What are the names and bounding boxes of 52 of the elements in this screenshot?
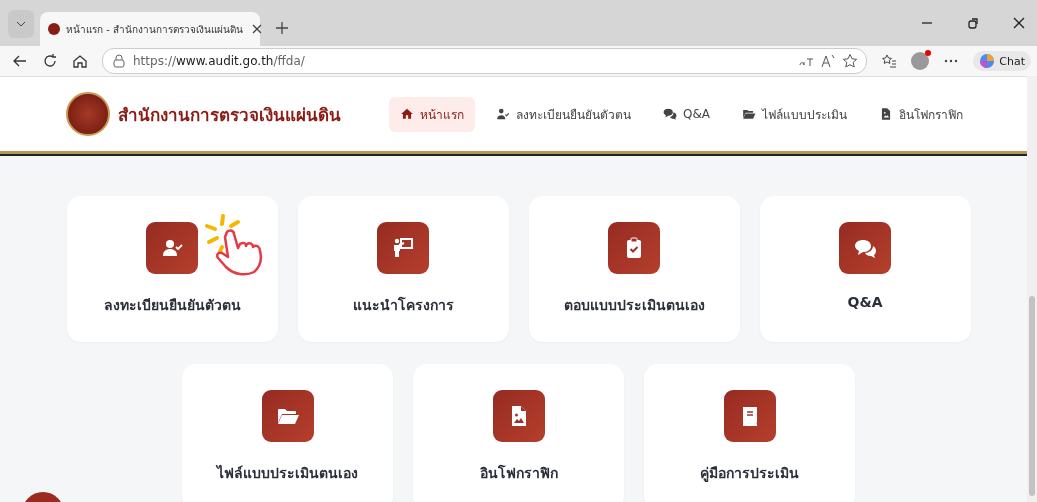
nav-link[interactable]: หน้าแรก	[389, 96, 475, 132]
card-label: อินโฟกราฟิก	[479, 463, 558, 483]
profile-avatar[interactable]	[911, 52, 930, 70]
home-icon[interactable]	[72, 53, 88, 69]
menu-card[interactable]: ตอบแบบประเมินตนเอง	[528, 196, 740, 342]
copilot-icon	[979, 53, 996, 69]
card-label: คู่มือการประเมิน	[700, 464, 799, 484]
site-favicon-icon	[48, 23, 60, 35]
card-icon	[377, 222, 429, 274]
card-label: ลงทะเบียนยืนยันตัวตน	[103, 296, 241, 315]
card-label: แนะนำโครงการ	[352, 295, 454, 315]
tab-title: หน้าแรก - สำนักงานการตรวจเงินแผ่นดิน	[66, 22, 243, 37]
menu-card[interactable]: ไฟล์แบบประเมินตนเอง	[182, 364, 393, 502]
browser-tab[interactable]: หน้าแรก - สำนักงานการตรวจเงินแผ่นดิน	[40, 12, 260, 46]
back-icon[interactable]	[12, 53, 28, 69]
menu-card[interactable]: แนะนำโครงการ	[297, 196, 509, 342]
nav-link[interactable]: Q&A	[652, 96, 721, 132]
new-tab-icon[interactable]	[274, 20, 290, 36]
read-aloud-icon[interactable]	[820, 53, 837, 69]
close-icon[interactable]	[1011, 15, 1027, 31]
card-icon	[492, 390, 545, 442]
user-check-icon	[496, 107, 510, 121]
address-bar[interactable]: https://www.audit.go.th/ffda/	[102, 48, 868, 74]
chat-bubbles-icon	[663, 107, 677, 121]
card-icon	[723, 390, 776, 442]
restore-icon[interactable]	[965, 15, 981, 31]
card-icon	[608, 222, 660, 274]
favorites-icon[interactable]	[881, 53, 898, 69]
card-label: Q&A	[847, 294, 883, 310]
menu-card[interactable]: ลงทะเบียนยืนยันตัวตน	[66, 196, 278, 342]
star-icon[interactable]	[842, 53, 859, 69]
menu-card[interactable]: อินโฟกราฟิก	[413, 364, 624, 502]
nav-link[interactable]: ลงทะเบียนยืนยันตัวตน	[485, 96, 642, 132]
menu-card[interactable]: คู่มือการประเมิน	[644, 364, 855, 502]
url-text: https://www.audit.go.th/ffda/	[133, 54, 305, 68]
card-label: ไฟล์แบบประเมินตนเอง	[217, 464, 358, 483]
site-title[interactable]: สำนักงานการตรวจเงินแผ่นดิน	[118, 100, 341, 128]
card-label: ตอบแบบประเมินตนเอง	[563, 296, 705, 315]
refresh-icon[interactable]	[42, 53, 58, 69]
card-icon	[146, 222, 198, 274]
chat-button[interactable]: Chat	[973, 51, 1031, 71]
card-icon	[839, 222, 891, 274]
menu-card[interactable]: Q&A	[759, 196, 971, 342]
emblem-logo[interactable]	[66, 92, 110, 136]
lock-icon	[111, 53, 127, 69]
card-icon	[261, 390, 314, 442]
home-icon	[400, 107, 414, 121]
image-file-icon	[879, 107, 893, 121]
scrollbar[interactable]	[1027, 76, 1037, 502]
nav-link[interactable]: อินโฟกราฟิก	[868, 96, 974, 132]
folder-icon	[742, 107, 756, 121]
nav-link[interactable]: ไฟล์แบบประเมิน	[731, 96, 858, 132]
